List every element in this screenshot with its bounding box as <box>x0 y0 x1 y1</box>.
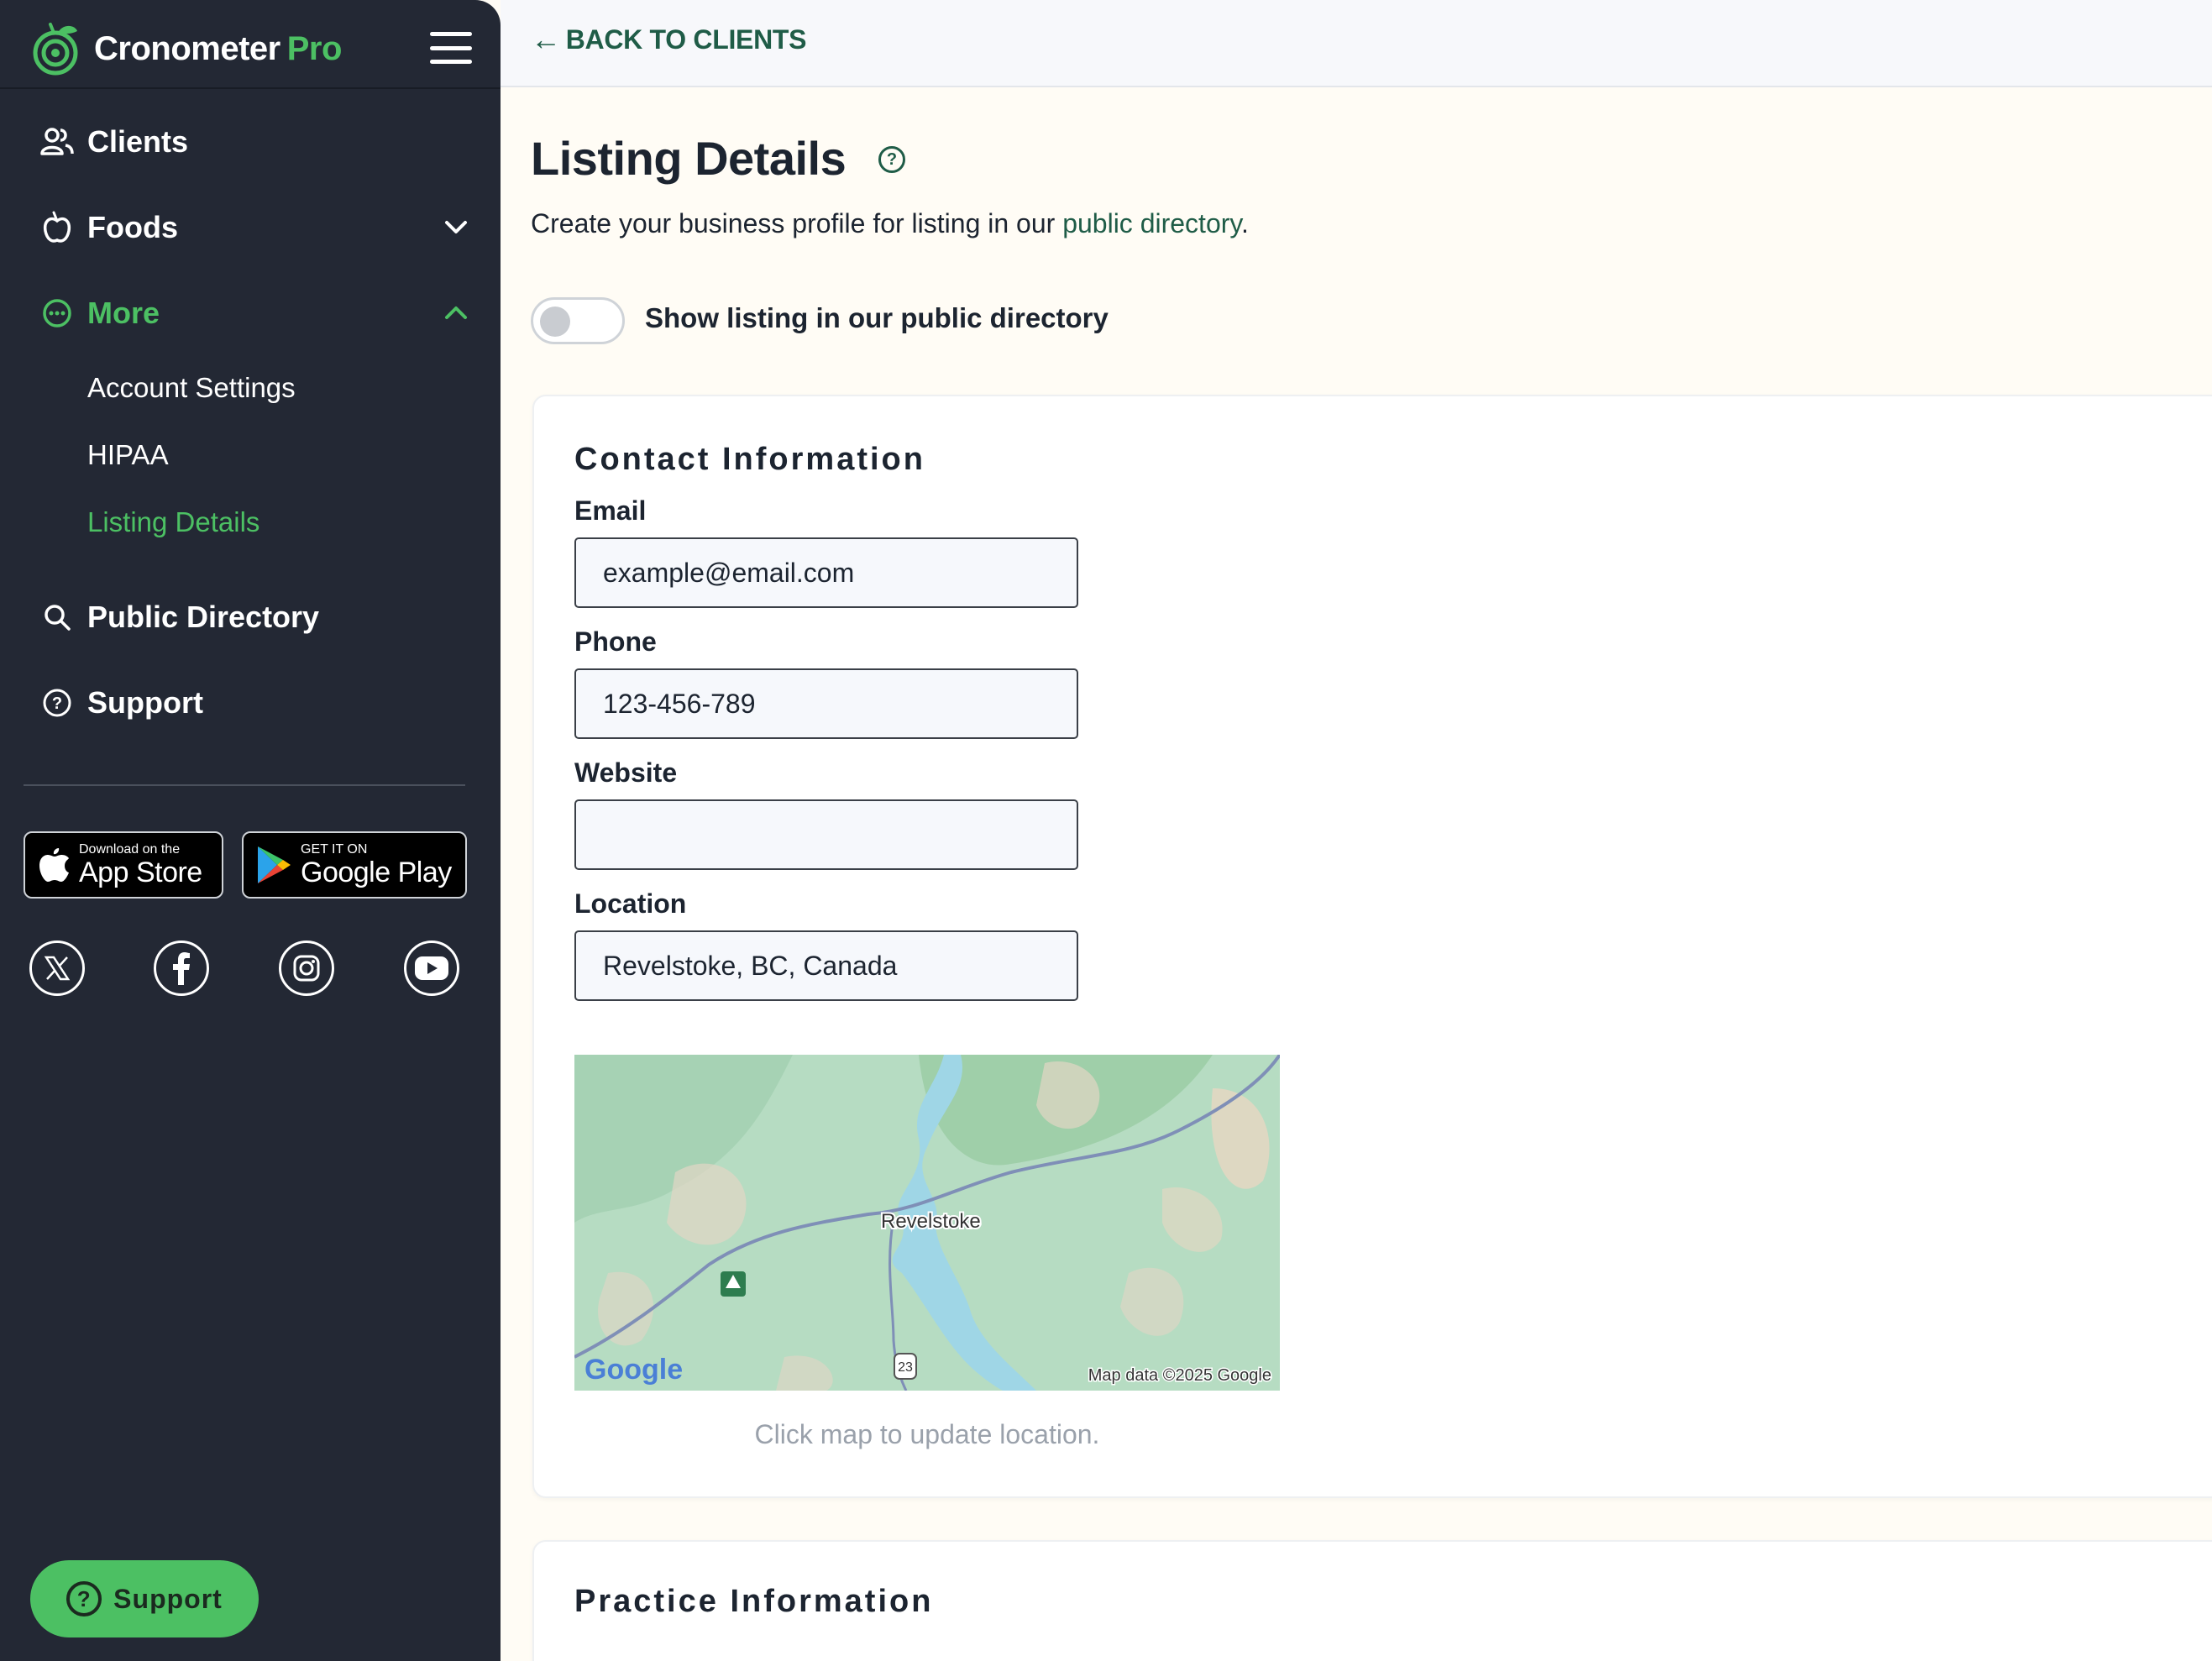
sidebar-header-divider <box>0 87 501 89</box>
google-play-button[interactable]: GET IT ON Google Play <box>242 831 467 899</box>
website-label: Website <box>574 757 678 788</box>
practice-information-card: Practice Information <box>532 1540 2212 1661</box>
toggle-knob <box>540 307 570 337</box>
search-icon <box>39 599 76 636</box>
nav-clients[interactable]: Clients <box>39 113 475 171</box>
map-caption: Click map to update location. <box>754 1419 1100 1449</box>
contact-information-title: Contact Information <box>574 442 925 477</box>
nav-support-label: Support <box>87 685 203 720</box>
svg-text:?: ? <box>52 694 62 713</box>
phone-label: Phone <box>574 626 657 657</box>
map-canvas: 23 Revelstoke Google Map data ©2025 Goog… <box>574 1055 1280 1391</box>
show-listing-toggle[interactable] <box>531 297 625 344</box>
google-play-small: GET IT ON <box>301 842 368 857</box>
chevron-up-icon[interactable] <box>442 299 470 327</box>
nav-more-label: More <box>87 296 160 330</box>
app-store-big: App Store <box>79 857 202 888</box>
back-to-clients-label: BACK TO CLIENTS <box>565 24 807 55</box>
nav-sub-listing-details[interactable]: Listing Details <box>87 497 259 548</box>
users-icon <box>39 123 76 160</box>
map-google-logo: Google <box>584 1354 683 1386</box>
facebook-icon[interactable] <box>154 941 209 996</box>
nav-public-directory-label: Public Directory <box>87 600 320 634</box>
instagram-icon[interactable] <box>279 941 334 996</box>
nav-support[interactable]: ? Support <box>39 673 475 732</box>
menu-toggle-icon[interactable] <box>430 32 472 64</box>
page-title: Listing Details <box>531 132 847 185</box>
help-circle-icon: ? <box>66 1581 102 1616</box>
support-button-label: Support <box>113 1583 223 1614</box>
floating-support-button[interactable]: ? Support <box>30 1560 259 1637</box>
location-input[interactable] <box>574 930 1078 1001</box>
help-circle-icon: ? <box>39 684 76 721</box>
help-icon[interactable]: ? <box>878 146 905 173</box>
nav-sub-hipaa[interactable]: HIPAA <box>87 430 169 480</box>
show-listing-label: Show listing in our public directory <box>645 302 1109 333</box>
apple-icon <box>39 209 76 246</box>
map-city-label: Revelstoke <box>881 1210 981 1233</box>
nav-foods[interactable]: Foods <box>39 198 475 257</box>
nav-more[interactable]: More <box>39 284 475 343</box>
brand-pro: Pro <box>286 29 343 67</box>
more-dots-icon <box>39 295 76 332</box>
page-subtitle: Create your business profile for listing… <box>531 208 1249 239</box>
brand-name: Cronometer <box>94 29 280 67</box>
app-store-button[interactable]: Download on the App Store <box>24 831 223 899</box>
email-label: Email <box>574 495 647 526</box>
practice-information-title: Practice Information <box>574 1584 934 1619</box>
cronometer-logo-icon <box>33 23 78 76</box>
nav-public-directory[interactable]: Public Directory <box>39 588 475 647</box>
location-label: Location <box>574 888 687 919</box>
nav-clients-label: Clients <box>87 124 189 159</box>
map-attribution: Map data ©2025 Google <box>1088 1366 1271 1385</box>
subtitle-suffix: . <box>1241 208 1249 238</box>
phone-input[interactable] <box>574 668 1078 739</box>
website-input[interactable] <box>574 799 1078 870</box>
sidebar-divider <box>24 784 465 786</box>
google-play-big: Google Play <box>301 857 452 888</box>
nav-sub-account-settings[interactable]: Account Settings <box>87 363 296 413</box>
map-route-label: 23 <box>898 1360 913 1375</box>
location-map[interactable]: 23 Revelstoke Google Map data ©2025 Goog… <box>574 1055 1280 1391</box>
top-bar: ← BACK TO CLIENTS <box>501 0 2212 87</box>
public-directory-link[interactable]: public directory <box>1062 208 1241 238</box>
nav-foods-label: Foods <box>87 210 178 244</box>
google-play-icon <box>258 846 291 883</box>
apple-logo-icon <box>39 848 69 882</box>
brand[interactable]: Cronometer Pro <box>29 15 342 82</box>
contact-information-card: Contact Information Email Phone Website … <box>532 395 2212 1498</box>
back-to-clients-link[interactable]: ← BACK TO CLIENTS <box>531 22 806 57</box>
chevron-down-icon[interactable] <box>442 213 470 242</box>
arrow-left-icon: ← <box>531 22 561 56</box>
sidebar: Cronometer Pro Clients Foods More Account… <box>0 0 501 1661</box>
x-twitter-icon[interactable] <box>29 941 85 996</box>
youtube-icon[interactable] <box>404 941 459 996</box>
app-store-small: Download on the <box>79 842 181 857</box>
subtitle-prefix: Create your business profile for listing… <box>531 208 1063 238</box>
email-input[interactable] <box>574 537 1078 608</box>
